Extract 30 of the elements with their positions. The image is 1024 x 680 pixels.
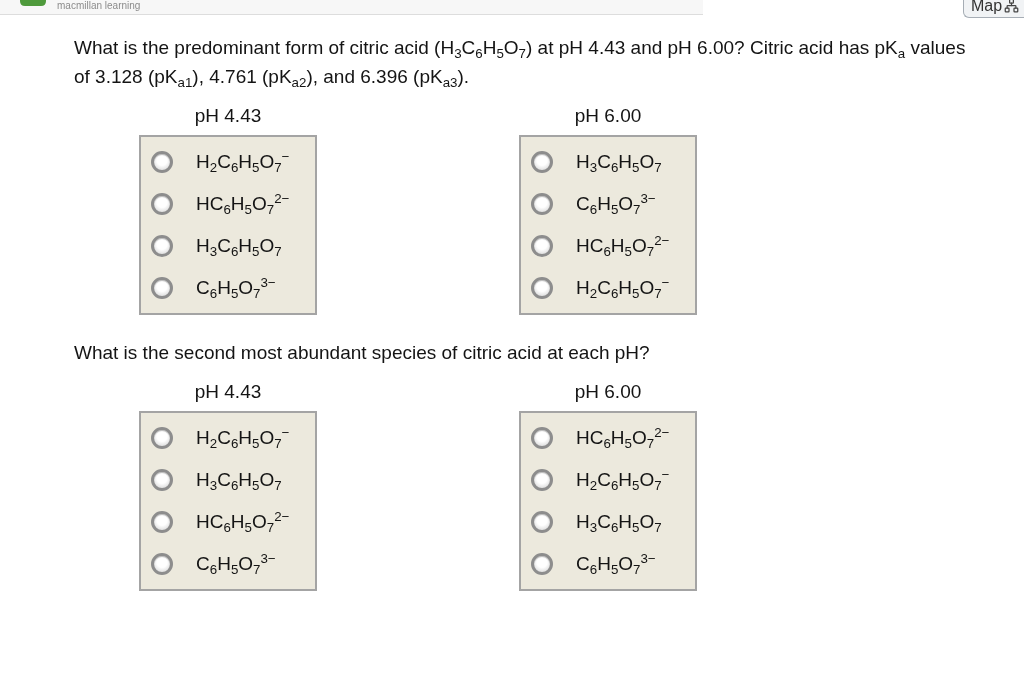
ph-label: pH 4.43 <box>194 381 262 403</box>
radio-button[interactable] <box>531 151 553 173</box>
radio-button[interactable] <box>151 511 173 533</box>
radio-button[interactable] <box>531 469 553 491</box>
option-label: H$_{3}$C$_{6}$H$_{5}$O$_{7}$ <box>196 235 282 257</box>
question-text: What is the predominant form of citric acid (H$_{3}$C$_{6}$H$_{5}$O$_{7}$) at pH 4.43 and pH 6.00? Citric acid has pK$_{a}$ values of 3.128 (pK$_{a1}$), 4.761 (pK$_{a2}$), and 6.396 (pK$_{a3}$). <box>74 36 967 91</box>
option-label: H$_{3}$C$_{6}$H$_{5}$O$_{7}$ <box>196 469 282 491</box>
radio-button[interactable] <box>151 277 173 299</box>
radio-button[interactable] <box>151 427 173 449</box>
radio-button[interactable] <box>531 235 553 257</box>
radio-button[interactable] <box>531 511 553 533</box>
radio-button[interactable] <box>151 469 173 491</box>
radio-button[interactable] <box>531 427 553 449</box>
ph-label: pH 6.00 <box>574 105 642 127</box>
option-label: H$_{3}$C$_{6}$H$_{5}$O$_{7}$ <box>576 151 662 173</box>
radio-button[interactable] <box>151 235 173 257</box>
brand-name: macmillan learning <box>57 0 141 11</box>
radio-button[interactable] <box>151 193 173 215</box>
ph-label: pH 6.00 <box>574 381 642 403</box>
ph-label: pH 4.43 <box>194 105 262 127</box>
radio-button[interactable] <box>531 553 553 575</box>
radio-button[interactable] <box>151 553 173 575</box>
radio-button[interactable] <box>151 151 173 173</box>
map-button[interactable]: Map <box>963 0 1024 18</box>
radio-button[interactable] <box>531 193 553 215</box>
sitemap-icon <box>1004 0 1020 13</box>
option-label: H$_{3}$C$_{6}$H$_{5}$O$_{7}$ <box>576 511 662 533</box>
logo-icon <box>20 0 46 6</box>
radio-button[interactable] <box>531 277 553 299</box>
question-text: What is the second most abundant species of citric acid at each pH? <box>74 341 651 365</box>
